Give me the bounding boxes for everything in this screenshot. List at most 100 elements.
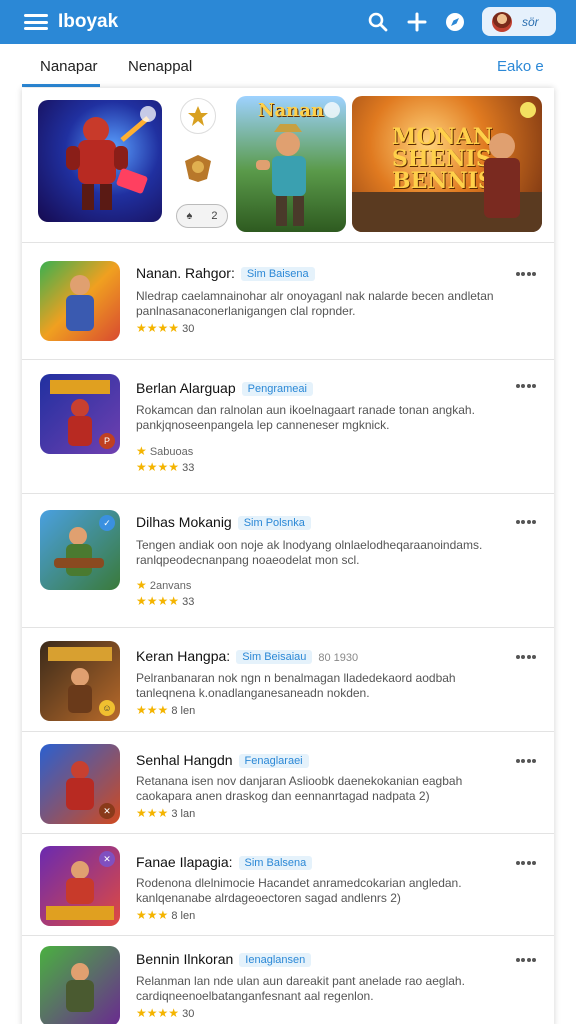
category-tag: Pengrameai xyxy=(241,382,313,396)
profile-button[interactable]: sör xyxy=(482,7,556,36)
game-thumbnail xyxy=(40,946,120,1024)
more-icon[interactable] xyxy=(516,272,536,278)
game-thumbnail: P xyxy=(40,374,120,454)
star-icon: ★★★★ xyxy=(136,1006,180,1020)
item-subtext-value: Sabuoas xyxy=(149,446,194,458)
rating-value: 33 xyxy=(182,462,195,474)
featured-tile-1[interactable] xyxy=(38,100,162,222)
category-tag: Sim Beisaiau xyxy=(236,650,313,664)
item-rating: ★★★★ 33 xyxy=(136,594,194,608)
item-rating: ★★★ 8 len xyxy=(136,703,195,717)
rating-value: 30 xyxy=(182,323,195,335)
star-icon: ★★★★ xyxy=(136,594,180,608)
view-toggle[interactable]: ♠ 2 xyxy=(176,204,228,228)
list-item[interactable]: P Berlan Alarguap Pengrameai Rokamcan dan… xyxy=(22,360,554,494)
item-rating: ★★★ 8 len xyxy=(136,908,195,922)
item-description: Relanman lan nde ulan aun dareakit pant … xyxy=(136,974,465,1003)
close-badge-icon xyxy=(520,102,536,118)
item-rating: ★★★★ 30 xyxy=(136,1006,194,1020)
item-description: Pelranbanaran nok ngn n benalmagan llade… xyxy=(136,671,456,700)
crest-icon xyxy=(180,150,216,186)
app-bar: Iboyak sör xyxy=(0,0,576,44)
category-tag: Sim Baisena xyxy=(240,267,315,281)
item-title: Nanan. Rahgor: Sim Baisena xyxy=(136,265,315,281)
item-description: Rokamcan dan ralnolan aun ikoelnagaart r… xyxy=(136,403,475,432)
item-title-text: Keran Hangpa: xyxy=(136,648,231,664)
badge-icon: ☺ xyxy=(99,700,115,716)
item-rating: ★★★★ 30 xyxy=(136,321,194,335)
plus-icon[interactable] xyxy=(405,10,429,34)
hero-image xyxy=(352,133,542,232)
item-title-text: Bennin Ilnkoran xyxy=(136,951,234,967)
pin-icon: ♠ xyxy=(186,210,193,222)
more-icon[interactable] xyxy=(516,958,536,964)
game-thumbnail xyxy=(40,261,120,341)
tab-nanapar[interactable]: Nanapar xyxy=(40,58,98,75)
rating-value: 8 len xyxy=(171,910,196,922)
category-tag: Fenaglaraei xyxy=(238,754,309,768)
game-thumbnail: ☺ xyxy=(40,641,120,721)
toggle-icon: 2 xyxy=(211,210,218,222)
more-icon[interactable] xyxy=(516,655,536,661)
item-description: Rodenona dlelnimocie Hacandet anramedcok… xyxy=(136,876,462,905)
rating-value: 33 xyxy=(182,596,195,608)
more-icon[interactable] xyxy=(516,384,536,390)
search-icon[interactable] xyxy=(366,10,390,34)
item-title-text: Nanan. Rahgor: xyxy=(136,265,235,281)
item-title-text: Dilhas Mokanig xyxy=(136,514,232,530)
medal-icon xyxy=(180,98,216,134)
star-icon: ★★★ xyxy=(136,703,169,717)
featured-carousel: ♠ 2 Nanan MONAN SHENIS BENNIS xyxy=(22,88,554,243)
item-description: Retanana isen nov danjaran Aslioobk daen… xyxy=(136,774,463,803)
tab-right-link[interactable]: Eako e xyxy=(497,58,544,75)
item-title: Senhal Hangdn Fenaglaraei xyxy=(136,752,309,768)
rating-value: 3 lan xyxy=(171,808,196,820)
badge-icon: ✓ xyxy=(99,515,115,531)
app-title: Iboyak xyxy=(58,11,119,32)
list-item[interactable]: ☺ Keran Hangpa: Sim Beisaiau 80 1930 Pelra… xyxy=(22,628,554,732)
star-icon: ★★★ xyxy=(136,806,169,820)
content-card: ♠ 2 Nanan MONAN SHENIS BENNIS Nanan. Rah… xyxy=(22,88,554,1024)
badge-icon: ✕ xyxy=(99,851,115,867)
badge-icon xyxy=(140,106,156,122)
avatar xyxy=(492,11,512,32)
category-tag: Sim Balsena xyxy=(238,856,313,870)
star-icon: ★★★ xyxy=(136,908,169,922)
list-item[interactable]: ✕ Fanae Ilapagia: Sim Balsena Rodenona dl… xyxy=(22,834,554,936)
item-title: Berlan Alarguap Pengrameai xyxy=(136,380,313,396)
list-item[interactable]: Nanan. Rahgor: Sim Baisena Nledrap caelam… xyxy=(22,244,554,360)
item-subtext-value: 2anvans xyxy=(149,580,192,592)
category-tag: Ienaglansen xyxy=(239,953,312,967)
item-title-text: Senhal Hangdn xyxy=(136,752,233,768)
list-item[interactable]: ✓ Dilhas Mokanig Sim Polsnka Tengen andia… xyxy=(22,494,554,628)
rating-value: 8 len xyxy=(171,705,196,717)
item-extra: 80 1930 xyxy=(318,652,359,664)
menu-icon[interactable] xyxy=(24,14,48,30)
game-thumbnail: ✕ xyxy=(40,744,120,824)
featured-tile-3[interactable]: MONAN SHENIS BENNIS xyxy=(352,96,542,232)
list-item[interactable]: Bennin Ilnkoran Ienaglansen Relanman lan … xyxy=(22,936,554,1024)
item-rating: ★★★ 3 lan xyxy=(136,806,195,820)
featured-tile-2[interactable]: Nanan xyxy=(236,96,346,232)
star-icon: ★★★★ xyxy=(136,460,180,474)
close-badge-icon xyxy=(324,102,340,118)
item-description: Nledrap caelamnainohar alr onoyaganl nak… xyxy=(136,289,494,318)
star-icon: ★ xyxy=(136,578,147,592)
list-item[interactable]: ✕ Senhal Hangdn Fenaglaraei Retanana isen… xyxy=(22,732,554,834)
item-description: Tengen andiak oon noje ak lnodyang olnla… xyxy=(136,538,483,567)
more-icon[interactable] xyxy=(516,861,536,867)
compass-icon[interactable] xyxy=(443,10,467,34)
more-icon[interactable] xyxy=(516,520,536,526)
item-title: Fanae Ilapagia: Sim Balsena xyxy=(136,854,313,870)
item-subtext: ★ 2anvans xyxy=(136,578,191,592)
tab-nenappal[interactable]: Nenappal xyxy=(128,58,192,75)
star-icon: ★ xyxy=(136,444,147,458)
more-icon[interactable] xyxy=(516,759,536,765)
item-title: Keran Hangpa: Sim Beisaiau 80 1930 xyxy=(136,648,358,664)
item-subtext: ★ Sabuoas xyxy=(136,444,193,458)
star-icon: ★★★★ xyxy=(136,321,180,335)
badge-icon: P xyxy=(99,433,115,449)
item-title-text: Fanae Ilapagia: xyxy=(136,854,233,870)
category-tag: Sim Polsnka xyxy=(237,516,311,530)
rating-value: 30 xyxy=(182,1008,195,1020)
